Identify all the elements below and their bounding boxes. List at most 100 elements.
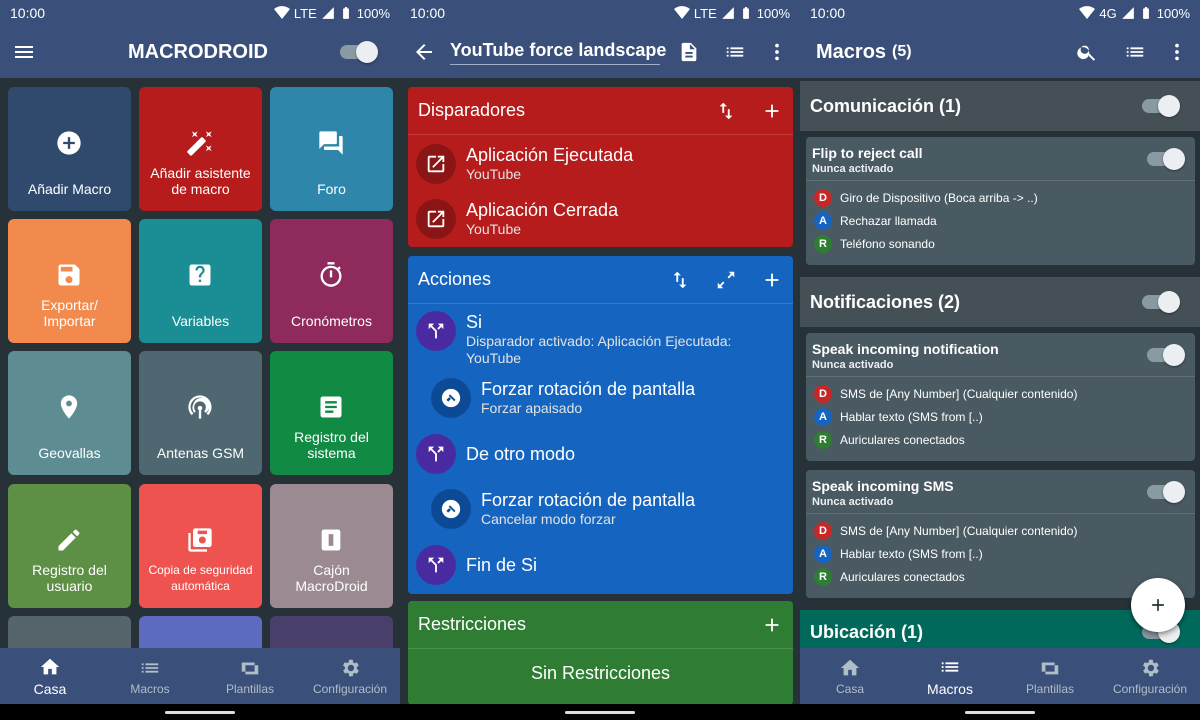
macro-line-text: SMS de [Any Number] (Cualquier contenido… (840, 386, 1078, 401)
action-sub: Forzar apaisado (481, 400, 583, 416)
category-header[interactable]: Notificaciones (2) (800, 277, 1200, 327)
macro-toggle[interactable] (1147, 148, 1185, 170)
home-tile[interactable]: Variables (139, 219, 262, 343)
home-tile-label: Cronómetros (291, 313, 372, 329)
nav-home[interactable]: Casa (800, 648, 900, 704)
category-header[interactable]: Comunicación (1) (800, 81, 1200, 131)
branch-icon (416, 434, 456, 474)
battery-level: 100% (356, 5, 390, 21)
action-title: Forzar rotación de pantalla (481, 490, 696, 510)
macro-toggle[interactable] (1147, 481, 1185, 503)
more-icon[interactable] (1166, 41, 1188, 63)
reorder-icon[interactable] (715, 100, 737, 122)
home-tile[interactable]: Registro del sistema (270, 351, 393, 475)
macro-name-input[interactable]: YouTube force landscape (450, 40, 666, 65)
list-icon (939, 656, 961, 678)
backup-icon (186, 526, 214, 554)
macros-count: (5) (892, 43, 912, 60)
home-tile[interactable]: Geovallas (8, 351, 131, 475)
category-toggle[interactable] (1142, 95, 1180, 117)
macro-toggle[interactable] (1147, 344, 1185, 366)
nav-macros[interactable]: Macros (100, 648, 200, 704)
macro-name: Speak incoming SMS (812, 478, 954, 494)
wifi-icon (274, 5, 290, 21)
macro-line-text: Giro de Dispositivo (Boca arriba -> ..) (840, 190, 1038, 205)
nav-macros[interactable]: Macros (900, 648, 1000, 704)
constraints-header: Restricciones (408, 601, 793, 649)
nav-home[interactable]: Casa (0, 648, 100, 704)
action-if[interactable]: Si Disparador activado: Aplicación Ejecut… (416, 311, 766, 367)
master-toggle[interactable] (340, 41, 378, 63)
back-icon[interactable] (412, 40, 436, 64)
add-constraint-icon[interactable] (761, 614, 783, 636)
branch-icon (416, 311, 456, 351)
macro-name: Speak incoming notification (812, 341, 999, 357)
home-tile-label: Cajón MacroDroid (295, 562, 368, 594)
macro-status: Nunca activado (812, 163, 894, 175)
editor-app-bar: YouTube force landscape (400, 26, 800, 78)
home-tile[interactable]: Foro (270, 87, 393, 211)
home-tile[interactable]: Cronómetros (270, 219, 393, 343)
home-tile[interactable]: Añadir Macro (8, 87, 131, 211)
nav-templates[interactable]: Plantillas (200, 648, 300, 704)
nav-templates[interactable]: Plantillas (1000, 648, 1100, 704)
home-tile[interactable]: Registro del usuario (8, 484, 131, 608)
trigger-item[interactable]: Aplicación Cerrada YouTube (416, 199, 618, 239)
macro-line-badge: A (814, 407, 832, 426)
home-tile[interactable]: Antenas GSM (139, 351, 262, 475)
open-app-icon (416, 199, 456, 239)
macro-card[interactable]: Speak incoming SMS Nunca activado D SMS de … (806, 470, 1195, 598)
list-icon[interactable] (1124, 41, 1146, 63)
macro-card[interactable]: Flip to reject call Nunca activado D Giro d… (806, 137, 1195, 265)
nav-templates-label: Plantillas (225, 681, 275, 696)
open-app-icon (416, 144, 456, 184)
gear-icon (339, 657, 361, 679)
network-type: 4G (1099, 5, 1117, 21)
macro-card-header: Speak incoming notification Nunca activad… (806, 333, 1195, 377)
trigger-sub: YouTube (466, 221, 522, 237)
reorder-icon[interactable] (669, 269, 691, 291)
save-icon (55, 261, 83, 289)
document-icon[interactable] (678, 41, 700, 63)
home-tile[interactable]: Cajón MacroDroid (270, 484, 393, 608)
battery-icon (1139, 5, 1153, 21)
home-tile-label: Registro del sistema (294, 429, 369, 461)
home-tile[interactable]: Copia de seguridad automática (139, 484, 262, 608)
macro-card-header: Speak incoming SMS Nunca activado (806, 470, 1195, 514)
category-name: Comunicación (1) (810, 95, 962, 116)
home-tile[interactable]: Exportar/ Importar (8, 219, 131, 343)
trigger-item[interactable]: Aplicación Ejecutada YouTube (416, 144, 633, 184)
action-endif[interactable]: Fin de Si (416, 545, 537, 585)
search-icon[interactable] (1076, 41, 1098, 63)
nav-settings[interactable]: Configuración (1100, 648, 1200, 704)
menu-icon[interactable] (12, 40, 36, 64)
add-action-icon[interactable] (761, 269, 783, 291)
action-else[interactable]: De otro modo (416, 434, 575, 474)
macro-line-badge: R (814, 567, 832, 586)
wifi-icon (1079, 5, 1095, 21)
nav-settings[interactable]: Configuración (300, 648, 400, 704)
plus-icon (1148, 595, 1168, 615)
nav-settings-label: Configuración (312, 681, 388, 696)
list-icon[interactable] (724, 41, 746, 63)
templates-icon (1039, 657, 1061, 679)
action-title: Forzar rotación de pantalla (481, 379, 696, 399)
list-icon (139, 657, 161, 679)
macro-card[interactable]: Speak incoming notification Nunca activad… (806, 333, 1195, 461)
home-tile[interactable]: Añadir asistente de macro (139, 87, 262, 211)
actions-title: Acciones (418, 269, 492, 289)
action-rotation-1[interactable]: Forzar rotación de pantalla Forzar apaisa… (431, 378, 695, 418)
add-trigger-icon[interactable] (761, 100, 783, 122)
branch-icon (416, 545, 456, 585)
more-icon[interactable] (766, 41, 788, 63)
trigger-title: Aplicación Ejecutada (466, 145, 634, 165)
macro-line-badge: D (814, 384, 832, 403)
macro-summary-line: A Hablar texto (SMS from [..) (806, 405, 1195, 428)
action-rotation-2[interactable]: Forzar rotación de pantalla Cancelar modo… (431, 489, 695, 529)
nav-settings-label: Configuración (1112, 681, 1188, 696)
expand-icon[interactable] (715, 269, 737, 291)
macro-line-badge: R (814, 430, 832, 449)
add-macro-fab[interactable] (1131, 578, 1185, 632)
constraints-empty: Sin Restricciones (530, 663, 671, 683)
category-toggle[interactable] (1142, 291, 1180, 313)
